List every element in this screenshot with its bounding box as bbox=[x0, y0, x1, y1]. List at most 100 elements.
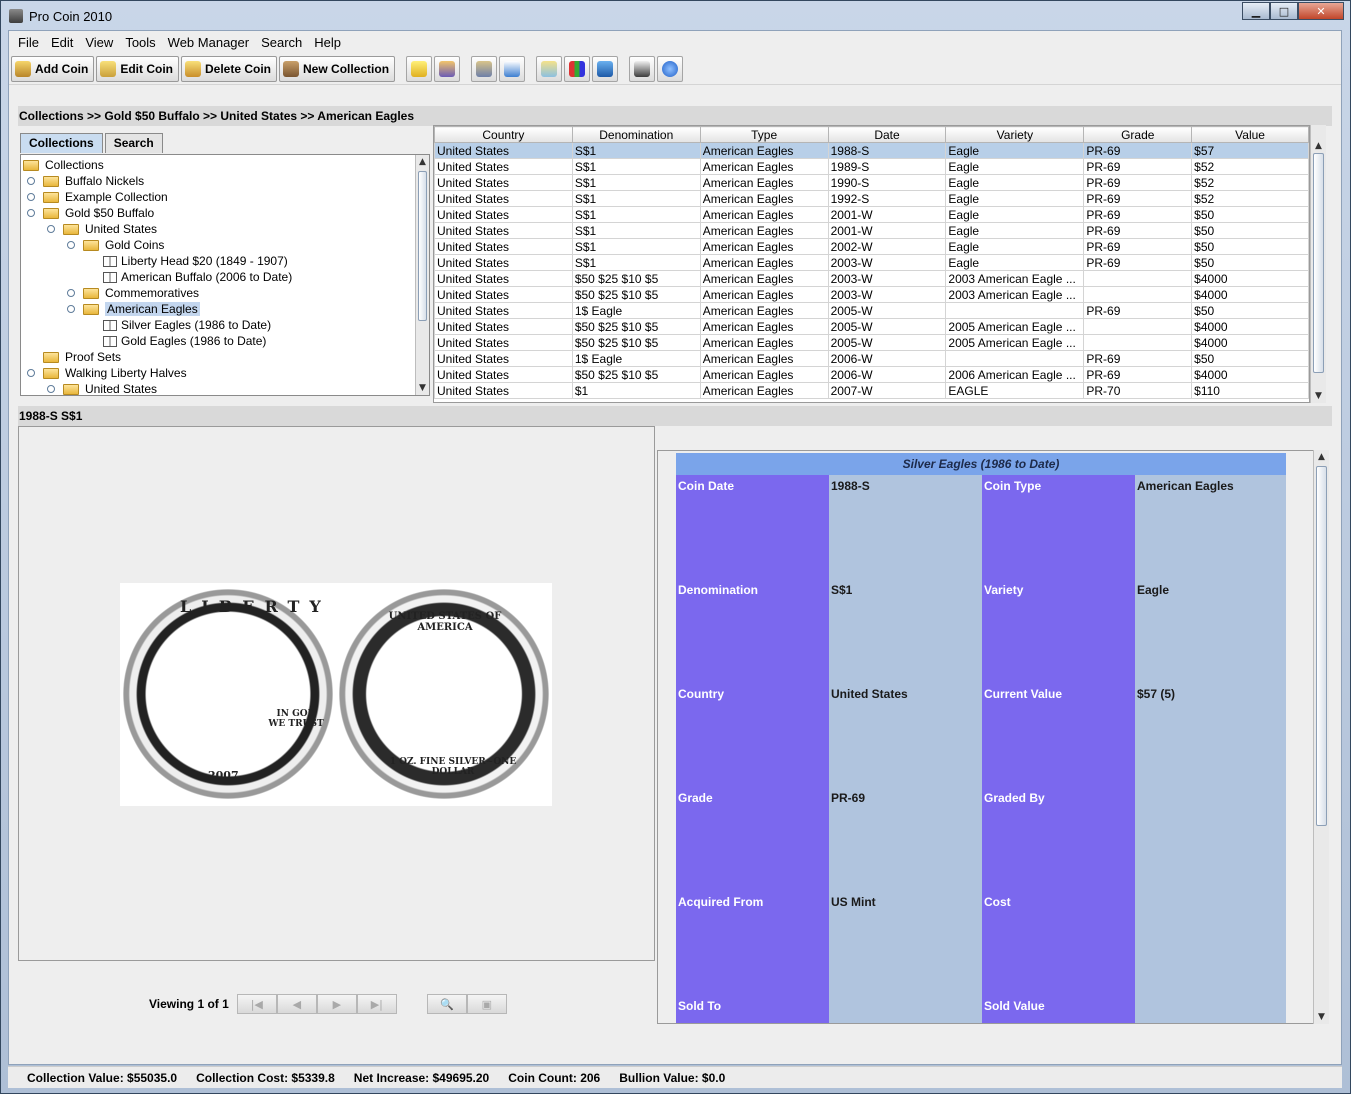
scroll-thumb[interactable] bbox=[1313, 153, 1324, 373]
table-row[interactable]: United States $50 $25 $10 $5 American Eagl… bbox=[434, 318, 1309, 335]
print-button[interactable] bbox=[629, 55, 656, 82]
next-image-button[interactable]: ▶ bbox=[316, 994, 357, 1014]
scroll-thumb[interactable] bbox=[418, 171, 427, 321]
tree-node-walking-liberty-halves[interactable]: Walking Liberty Halves bbox=[43, 365, 187, 381]
tree-node-gold-50-buffalo[interactable]: Gold $50 Buffalo bbox=[43, 205, 154, 221]
table-cell: $50 $25 $10 $5 bbox=[571, 334, 701, 351]
table-cell: 2005 American Eagle ... bbox=[945, 318, 1085, 335]
menu-tools[interactable]: Tools bbox=[119, 35, 161, 50]
tree-node-commemoratives[interactable]: Commemoratives bbox=[83, 285, 199, 301]
table-row[interactable]: United States S$1 American Eagles 2002-W Eag… bbox=[434, 238, 1309, 255]
previous-image-button[interactable]: ◀ bbox=[276, 994, 317, 1014]
table-row[interactable]: United States $50 $25 $10 $5 American Eagl… bbox=[434, 334, 1309, 351]
table-row[interactable]: United States S$1 American Eagles 1992-S Eag… bbox=[434, 190, 1309, 207]
column-header[interactable]: Variety bbox=[945, 126, 1085, 143]
add-coin-button[interactable]: Add Coin bbox=[11, 55, 95, 82]
first-image-button[interactable]: |◀ bbox=[236, 994, 277, 1014]
table-row[interactable]: United States 1$ Eagle American Eagles 2005… bbox=[434, 302, 1309, 319]
column-header[interactable]: Type bbox=[699, 126, 829, 143]
collapse-toggle-icon[interactable] bbox=[47, 225, 55, 233]
tree-node-collections[interactable]: Collections bbox=[23, 157, 104, 173]
tree-node-buffalo-nickels[interactable]: Buffalo Nickels bbox=[43, 173, 144, 189]
tree-node-example-collection[interactable]: Example Collection bbox=[43, 189, 168, 205]
scroll-down-icon[interactable]: ▼ bbox=[416, 381, 429, 395]
help-button[interactable] bbox=[657, 55, 684, 82]
tab-search[interactable]: Search bbox=[104, 133, 163, 153]
scroll-down-icon[interactable]: ▼ bbox=[1314, 1010, 1329, 1024]
delete-coin-icon bbox=[185, 60, 201, 77]
table-row[interactable]: United States S$1 American Eagles 1988-S Eag… bbox=[434, 142, 1309, 159]
table-cell: United States bbox=[434, 334, 573, 351]
folder-icon bbox=[43, 175, 59, 187]
tree-scrollbar[interactable]: ▲ ▼ bbox=[415, 155, 429, 395]
table-row[interactable]: United States $50 $25 $10 $5 American Eagl… bbox=[434, 270, 1309, 287]
table-scrollbar[interactable]: ▲ ▼ bbox=[1310, 125, 1326, 403]
zoom-image-button[interactable]: 🔍 bbox=[426, 994, 467, 1014]
table-row[interactable]: United States S$1 American Eagles 2001-W Eag… bbox=[434, 206, 1309, 223]
collapse-toggle-icon[interactable] bbox=[47, 385, 55, 393]
table-row[interactable]: United States $50 $25 $10 $5 American Eagl… bbox=[434, 366, 1309, 383]
menu-search[interactable]: Search bbox=[255, 35, 308, 50]
tree-node-american-eagles[interactable]: American Eagles bbox=[83, 301, 200, 317]
close-button[interactable]: ✕ bbox=[1298, 2, 1344, 20]
column-header[interactable]: Denomination bbox=[571, 126, 701, 143]
detail-scrollbar[interactable]: ▲ ▼ bbox=[1313, 450, 1329, 1024]
table-row[interactable]: United States S$1 American Eagles 2003-W Eag… bbox=[434, 254, 1309, 271]
folder-icon bbox=[43, 191, 59, 203]
scroll-up-icon[interactable]: ▲ bbox=[1314, 450, 1329, 464]
table-cell: American Eagles bbox=[699, 302, 829, 319]
collapse-toggle-icon[interactable] bbox=[27, 369, 35, 377]
table-row[interactable]: United States $50 $25 $10 $5 American Eagl… bbox=[434, 286, 1309, 303]
menu-view[interactable]: View bbox=[79, 35, 119, 50]
scroll-up-icon[interactable]: ▲ bbox=[1311, 139, 1326, 153]
new-collection-button[interactable]: New Collection bbox=[279, 55, 396, 82]
scroll-thumb[interactable] bbox=[1316, 466, 1327, 826]
web-button[interactable] bbox=[592, 55, 619, 82]
title-bar[interactable]: Pro Coin 2010 ▁ □ ✕ bbox=[1, 1, 1350, 31]
calendar-button[interactable] bbox=[499, 55, 526, 82]
table-row[interactable]: United States S$1 American Eagles 2001-W Eag… bbox=[434, 222, 1309, 239]
scroll-up-icon[interactable]: ▲ bbox=[416, 155, 429, 169]
table-cell: PR-69 bbox=[1083, 350, 1193, 367]
table-row[interactable]: United States $1 American Eagles 2007-W EAGL… bbox=[434, 382, 1309, 399]
menu-file[interactable]: File bbox=[12, 35, 45, 50]
map-button[interactable] bbox=[536, 55, 563, 82]
tree-node-gold-eagles[interactable]: Gold Eagles (1986 to Date) bbox=[103, 333, 266, 349]
table-row[interactable]: United States S$1 American Eagles 1990-S Eag… bbox=[434, 174, 1309, 191]
collapse-toggle-icon[interactable] bbox=[67, 305, 75, 313]
table-row[interactable]: United States 1$ Eagle American Eagles 2006… bbox=[434, 350, 1309, 367]
chart-button[interactable] bbox=[564, 55, 591, 82]
tree-node-american-buffalo[interactable]: American Buffalo (2006 to Date) bbox=[103, 269, 292, 285]
scroll-down-icon[interactable]: ▼ bbox=[1311, 389, 1326, 403]
column-header[interactable]: Grade bbox=[1083, 126, 1193, 143]
menu-edit[interactable]: Edit bbox=[45, 35, 79, 50]
collapse-toggle-icon[interactable] bbox=[27, 209, 35, 217]
tree-node-united-states[interactable]: United States bbox=[63, 221, 157, 237]
table-row[interactable]: United States S$1 American Eagles 1989-S Eag… bbox=[434, 158, 1309, 175]
tree-node-gold-coins[interactable]: Gold Coins bbox=[83, 237, 164, 253]
notes-button[interactable] bbox=[406, 55, 433, 82]
delete-coin-button[interactable]: Delete Coin bbox=[181, 55, 278, 82]
edit-coin-button[interactable]: Edit Coin bbox=[96, 55, 179, 82]
tree-node-proof-sets[interactable]: Proof Sets bbox=[43, 349, 121, 365]
menu-help[interactable]: Help bbox=[308, 35, 347, 50]
collapse-toggle-icon[interactable] bbox=[67, 241, 75, 249]
expand-toggle-icon[interactable] bbox=[27, 177, 35, 185]
tree-node-liberty-head[interactable]: Liberty Head $20 (1849 - 1907) bbox=[103, 253, 288, 269]
tree-node-silver-eagles[interactable]: Silver Eagles (1986 to Date) bbox=[103, 317, 271, 333]
column-header[interactable]: Value bbox=[1191, 126, 1309, 143]
menu-web-manager[interactable]: Web Manager bbox=[162, 35, 255, 50]
maximize-button[interactable]: □ bbox=[1270, 2, 1298, 20]
tab-collections[interactable]: Collections bbox=[20, 133, 103, 153]
expand-toggle-icon[interactable] bbox=[67, 289, 75, 297]
edit-image-button[interactable]: ▣ bbox=[466, 994, 507, 1014]
table-cell: 2005-W bbox=[827, 318, 947, 335]
users-button[interactable] bbox=[434, 55, 461, 82]
last-image-button[interactable]: ▶| bbox=[356, 994, 397, 1014]
minimize-button[interactable]: ▁ bbox=[1242, 2, 1270, 20]
column-header[interactable]: Date bbox=[827, 126, 947, 143]
expand-toggle-icon[interactable] bbox=[27, 193, 35, 201]
tree-node-united-states-2[interactable]: United States bbox=[63, 381, 157, 395]
column-header[interactable]: Country bbox=[434, 126, 573, 143]
import-button[interactable] bbox=[471, 55, 498, 82]
